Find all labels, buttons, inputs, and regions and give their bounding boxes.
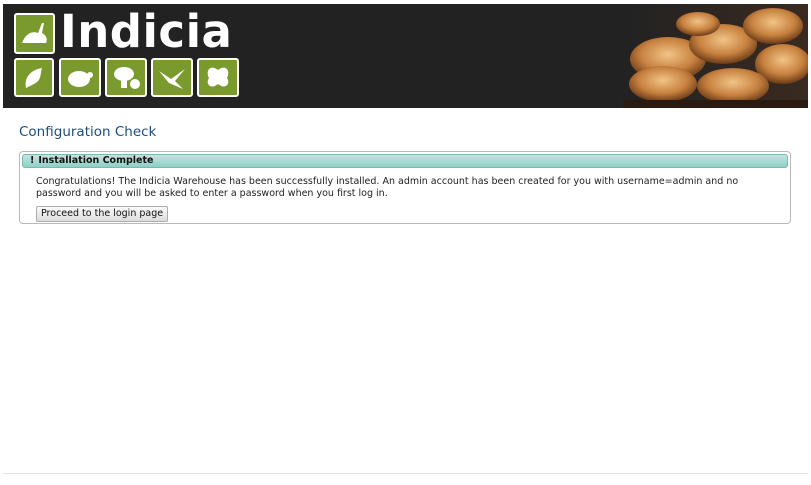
butterfly-icon [197, 58, 239, 97]
success-message: Congratulations! The Indicia Warehouse h… [36, 176, 739, 199]
fungi-photo [623, 4, 808, 108]
panel-header-title: Installation Complete [38, 155, 154, 166]
logo-wordmark: Indicia [60, 5, 233, 58]
alert-icon: ! [30, 155, 35, 166]
proceed-to-login-button[interactable]: Proceed to the login page [36, 206, 169, 222]
swallow-icon [151, 58, 193, 97]
page-title: Configuration Check [19, 124, 157, 140]
installation-panel: ! Installation Complete Congratulations! … [19, 151, 791, 224]
footer-divider [3, 473, 808, 474]
mushroom-icon [105, 58, 147, 97]
beetle-icon [59, 58, 101, 97]
hare-icon [14, 13, 55, 54]
site-banner: Indicia [3, 4, 808, 108]
panel-header: ! Installation Complete [22, 154, 788, 168]
oak-leaf-icon [14, 58, 54, 97]
